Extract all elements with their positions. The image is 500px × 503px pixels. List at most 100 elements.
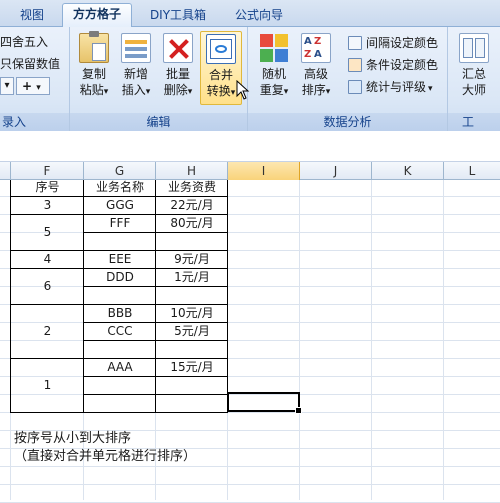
copy-paste-button[interactable]: 复制 粘贴▾ xyxy=(74,31,114,100)
chevron-down-icon: ▾ xyxy=(36,83,41,93)
batch-delete-label-2: 删除▾ xyxy=(163,83,193,97)
table-row-name-cell[interactable] xyxy=(84,376,156,394)
merged-seq-cell[interactable]: 2 xyxy=(11,304,84,358)
column-header-j[interactable]: J xyxy=(300,162,372,180)
table-row-name-cell[interactable] xyxy=(84,340,156,358)
table-row-name-cell[interactable]: EEE xyxy=(84,250,156,268)
merged-seq-cell[interactable]: 5 xyxy=(11,214,84,250)
table-group-border xyxy=(11,214,228,215)
table-row-name-cell[interactable]: DDD xyxy=(84,268,156,286)
summary-icon xyxy=(459,33,489,63)
table-header-name[interactable]: 业务名称 xyxy=(84,178,156,196)
delete-x-icon xyxy=(163,33,193,63)
conditional-color-button[interactable]: 条件设定颜色 xyxy=(346,55,438,75)
table-group-border xyxy=(11,358,228,359)
note-line-2: （直接对合并单元格进行排序） xyxy=(14,449,197,464)
random-repeat-label-1: 随机 xyxy=(261,67,286,81)
table-row-border xyxy=(84,376,228,377)
table-row-fee-cell[interactable]: 9元/月 xyxy=(156,250,228,268)
interval-color-button[interactable]: 间隔设定颜色 xyxy=(346,33,438,53)
table-row-fee-cell[interactable]: 10元/月 xyxy=(156,304,228,322)
clipboard-icon xyxy=(79,31,109,63)
table-row-name-cell[interactable]: AAA xyxy=(84,358,156,376)
note-line-1: 按序号从小到大排序 xyxy=(14,431,132,446)
tab-diy-toolbox[interactable]: DIY工具箱 xyxy=(144,5,212,27)
table-row-name-cell[interactable] xyxy=(84,286,156,304)
stats-rating-button[interactable]: 统计与评级 ▾ xyxy=(346,77,433,97)
mouse-cursor-icon xyxy=(236,80,250,100)
table-row-fee-cell[interactable] xyxy=(156,232,228,250)
worksheet-grid[interactable]: 序号 业务名称 业务资费 3 GGG 22元/月 5 FFF 80元/月 4 EEE 9元/月 6 DDD… xyxy=(0,178,500,503)
merged-seq-cell[interactable]: 6 xyxy=(11,268,84,304)
table-group-border xyxy=(11,304,228,305)
ribbon: 四舍五入 只保留数值 ▾ + ▾ 录入 复制 粘贴▾ 新增 插入▾ 批量 删除▾… xyxy=(0,27,500,131)
table-row-fee-cell[interactable] xyxy=(156,286,228,304)
table-group-border xyxy=(11,196,228,197)
copy-paste-label-1: 复制 xyxy=(81,67,106,81)
table-row-border xyxy=(84,232,228,233)
keep-values-button[interactable]: 只保留数值 xyxy=(0,55,60,72)
table-row-name-cell[interactable]: GGG xyxy=(84,196,156,214)
batch-delete-button[interactable]: 批量 删除▾ xyxy=(158,33,198,100)
column-header-i[interactable]: I xyxy=(228,162,300,180)
table-row-fee-cell[interactable]: 15元/月 xyxy=(156,358,228,376)
table-right-border xyxy=(227,180,228,413)
active-cell-selection[interactable] xyxy=(227,392,302,414)
color-grid-icon xyxy=(259,33,289,63)
insert-button[interactable]: 新增 插入▾ xyxy=(116,33,156,100)
table-row-fee-cell[interactable]: 1元/月 xyxy=(156,268,228,286)
random-repeat-button[interactable]: 随机 重复▾ xyxy=(254,33,294,100)
table-row-name-cell[interactable] xyxy=(84,394,156,412)
merged-seq-cell[interactable]: 1 xyxy=(11,358,84,412)
column-header-k[interactable]: K xyxy=(372,162,444,180)
table-left-border xyxy=(10,180,11,413)
table-row-border xyxy=(84,340,228,341)
dropdown-button[interactable]: ▾ xyxy=(0,77,14,95)
table-row-name-cell[interactable]: CCC xyxy=(84,322,156,340)
copy-paste-label-2: 粘贴▾ xyxy=(79,83,109,97)
merged-seq-cell[interactable]: 4 xyxy=(11,250,84,268)
table-header-seq[interactable]: 序号 xyxy=(11,178,84,196)
group-label-edit: 编辑 xyxy=(70,113,247,131)
table-row-name-cell[interactable] xyxy=(84,232,156,250)
table-col-border xyxy=(155,180,156,413)
round-button[interactable]: 四舍五入 xyxy=(0,33,48,50)
table-row-border xyxy=(84,322,228,323)
group-edit: 复制 粘贴▾ 新增 插入▾ 批量 删除▾ 合并 转换▾ 编辑 xyxy=(70,27,248,131)
insert-label-2: 插入▾ xyxy=(121,83,151,97)
merge-convert-label-1: 合并 xyxy=(208,68,233,82)
group-label-tools: 工 xyxy=(448,113,500,131)
table-row-fee-cell[interactable] xyxy=(156,394,228,412)
summary-master-label-1: 汇总 xyxy=(461,67,486,81)
table-header-fee[interactable]: 业务资费 xyxy=(156,178,228,196)
table-bottom-border xyxy=(11,412,228,413)
sort-az-icon: A Z Z A xyxy=(301,33,331,63)
column-header-l[interactable]: L xyxy=(444,162,500,180)
table-row-fee-cell[interactable]: 5元/月 xyxy=(156,322,228,340)
stats-icon xyxy=(348,80,362,94)
group-data-analysis: 随机 重复▾ A Z Z A 高级 排序▾ 间隔设定颜色 条件设定颜色 统计与评… xyxy=(248,27,448,131)
group-input: 四舍五入 只保留数值 ▾ + ▾ 录入 xyxy=(0,27,70,131)
table-row-name-cell[interactable]: BBB xyxy=(84,304,156,322)
tab-fangfang-gezi[interactable]: 方方格子 xyxy=(62,3,132,28)
batch-delete-label-1: 批量 xyxy=(165,67,190,81)
merged-seq-cell[interactable]: 3 xyxy=(11,196,84,214)
column-header-edge xyxy=(0,162,11,180)
advanced-sort-label-2: 排序▾ xyxy=(301,83,331,97)
tab-formula-wizard[interactable]: 公式向导 xyxy=(228,5,290,27)
ribbon-tab-bar: 视图 方方格子 DIY工具箱 公式向导 xyxy=(0,0,500,28)
insert-row-icon xyxy=(121,33,151,63)
tab-view[interactable]: 视图 xyxy=(14,5,50,27)
group-label-data-analysis: 数据分析 xyxy=(248,113,447,131)
table-row-fee-cell[interactable]: 22元/月 xyxy=(156,196,228,214)
insert-label-1: 新增 xyxy=(123,67,148,81)
table-row-fee-cell[interactable] xyxy=(156,376,228,394)
advanced-sort-label-1: 高级 xyxy=(303,67,328,81)
table-row-name-cell[interactable]: FFF xyxy=(84,214,156,232)
plus-icon: + xyxy=(22,79,33,93)
summary-master-button[interactable]: 汇总 大师 xyxy=(454,33,494,98)
table-row-fee-cell[interactable]: 80元/月 xyxy=(156,214,228,232)
advanced-sort-button[interactable]: A Z Z A 高级 排序▾ xyxy=(296,33,336,100)
table-row-fee-cell[interactable] xyxy=(156,340,228,358)
plus-button[interactable]: + ▾ xyxy=(16,77,50,95)
